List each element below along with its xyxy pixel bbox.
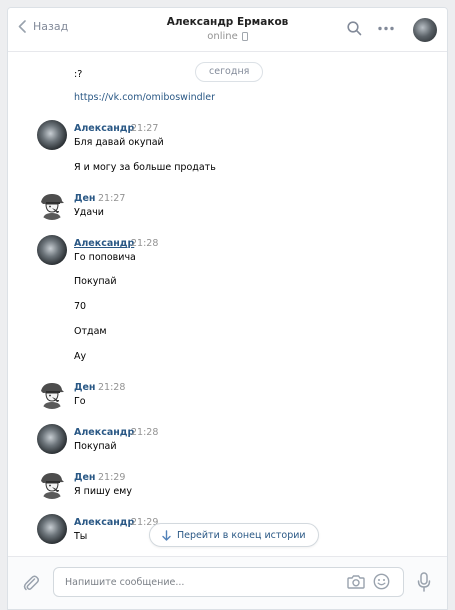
message-time: 21:28 [131,427,159,438]
message-author[interactable]: Александр [74,427,134,438]
message-history[interactable]: сегодня :? https://vk.com/omiboswindler … [8,52,447,556]
detective-avatar-icon [41,473,64,499]
voice-message-button[interactable] [417,572,431,595]
message-link[interactable]: https://vk.com/omiboswindler [74,92,215,103]
message-input-placeholder: Напишите сообщение... [65,577,185,588]
chat-window: Назад Александр Ермаков online сегодня:… [7,7,448,610]
message-text: Я и могу за больше продать [74,162,216,173]
avatar[interactable] [37,379,67,409]
detective-avatar-icon [41,383,64,409]
message-time: 21:28 [131,238,159,249]
more-button[interactable] [377,21,395,39]
message-author[interactable]: Александр [74,123,134,134]
contact-avatar[interactable] [413,18,437,42]
message-composer: Напишите сообщение... [8,556,447,609]
message-text: 70 [74,301,87,312]
message-text: Удачи [74,207,104,218]
jump-label: Перейти в конец истории [177,529,306,541]
message-time: 21:29 [98,472,126,483]
message-text: Го [74,396,86,407]
arrow-down-icon [162,529,171,541]
message-time: 21:27 [98,193,126,204]
message-author[interactable]: Александр [74,238,134,249]
avatar[interactable] [37,514,67,544]
message-author[interactable]: Ден [74,382,95,393]
message-text: :? [74,69,83,80]
message-author[interactable]: Александр [74,517,134,528]
attach-button[interactable] [23,574,39,595]
message-time: 21:28 [98,382,126,393]
smile-icon [373,573,390,590]
chat-header: Назад Александр Ермаков online [8,8,447,52]
jump-to-end-button[interactable]: Перейти в конец истории [149,523,319,547]
message-text: Го поповича [74,252,136,263]
search-icon [347,21,362,36]
more-icon [378,26,394,31]
message-text: Ау [74,351,87,362]
message-text: Я пишу ему [74,486,132,497]
phone-icon [241,32,248,41]
message-time: 21:27 [131,123,159,134]
avatar[interactable] [37,469,67,499]
avatar[interactable] [37,424,67,454]
date-divider: сегодня [195,62,264,82]
avatar[interactable] [37,235,67,265]
paperclip-icon [23,575,39,591]
avatar[interactable] [37,190,67,220]
camera-icon [347,575,365,589]
message-text: Покупай [74,276,117,287]
online-status: online [207,31,248,42]
message-text: Бля давай окупай [74,137,164,148]
message-input[interactable]: Напишите сообщение... [53,567,404,597]
message-author[interactable]: Ден [74,472,95,483]
camera-button[interactable] [347,574,365,593]
avatar[interactable] [37,120,67,150]
search-button[interactable] [347,21,362,39]
message-text: Ты [74,531,88,542]
detective-avatar-icon [41,194,64,220]
message-text: Покупай [74,441,117,452]
message-author[interactable]: Ден [74,193,95,204]
microphone-icon [417,572,431,592]
status-text: online [207,31,238,42]
message-text: Отдам [74,326,107,337]
emoji-button[interactable] [373,573,390,593]
